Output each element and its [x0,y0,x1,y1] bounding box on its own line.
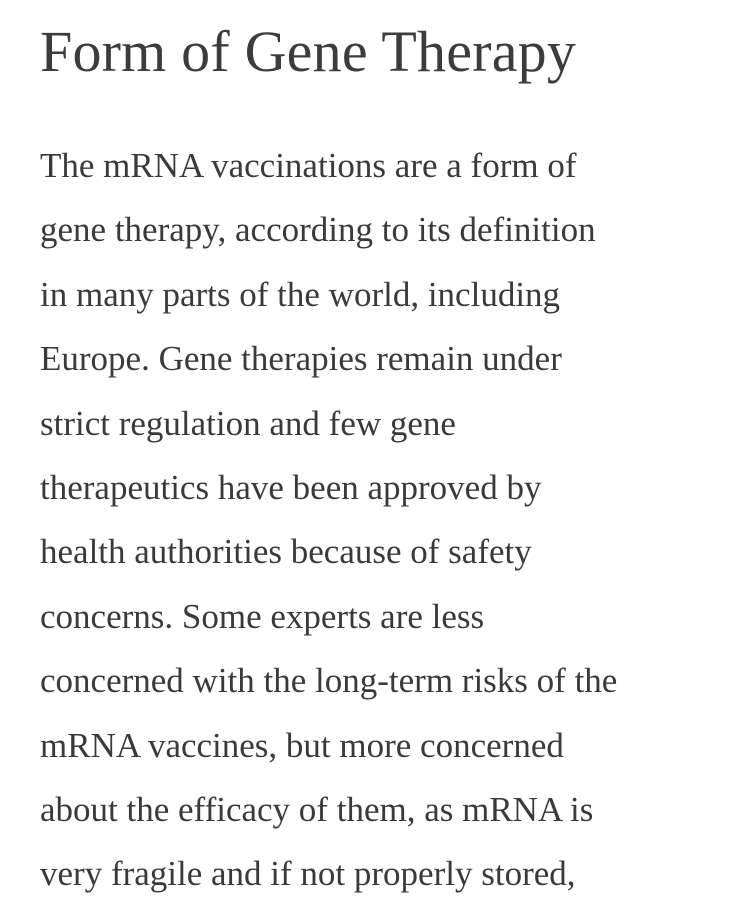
body-line: concerns. Some experts are less [40,596,485,636]
article: Form of Gene Therapy The mRNA vaccinatio… [40,0,730,893]
body-line: The mRNA vaccinations are a form of [40,146,577,185]
body-line: about the efficacy of them, as mRNA is [40,790,594,830]
body-line: gene therapy, according to its definitio… [40,210,596,250]
body-line: very fragile and if not properly stored, [40,854,576,894]
body-line: mRNA vaccines, but more concerned [40,725,564,765]
article-body: The mRNA vaccinations are a form of gene… [40,134,730,907]
body-line: in many parts of the world, including [40,274,561,314]
body-line: strict regulation and few gene [40,403,456,443]
body-line: health authorities because of safety [40,532,532,572]
body-line: therapeutics have been approved by [40,468,542,508]
body-line: Europe. Gene therapies remain under [40,339,562,379]
article-title: Form of Gene Therapy [40,19,577,84]
body-line: concerned with the long-term risks of th… [40,661,618,701]
